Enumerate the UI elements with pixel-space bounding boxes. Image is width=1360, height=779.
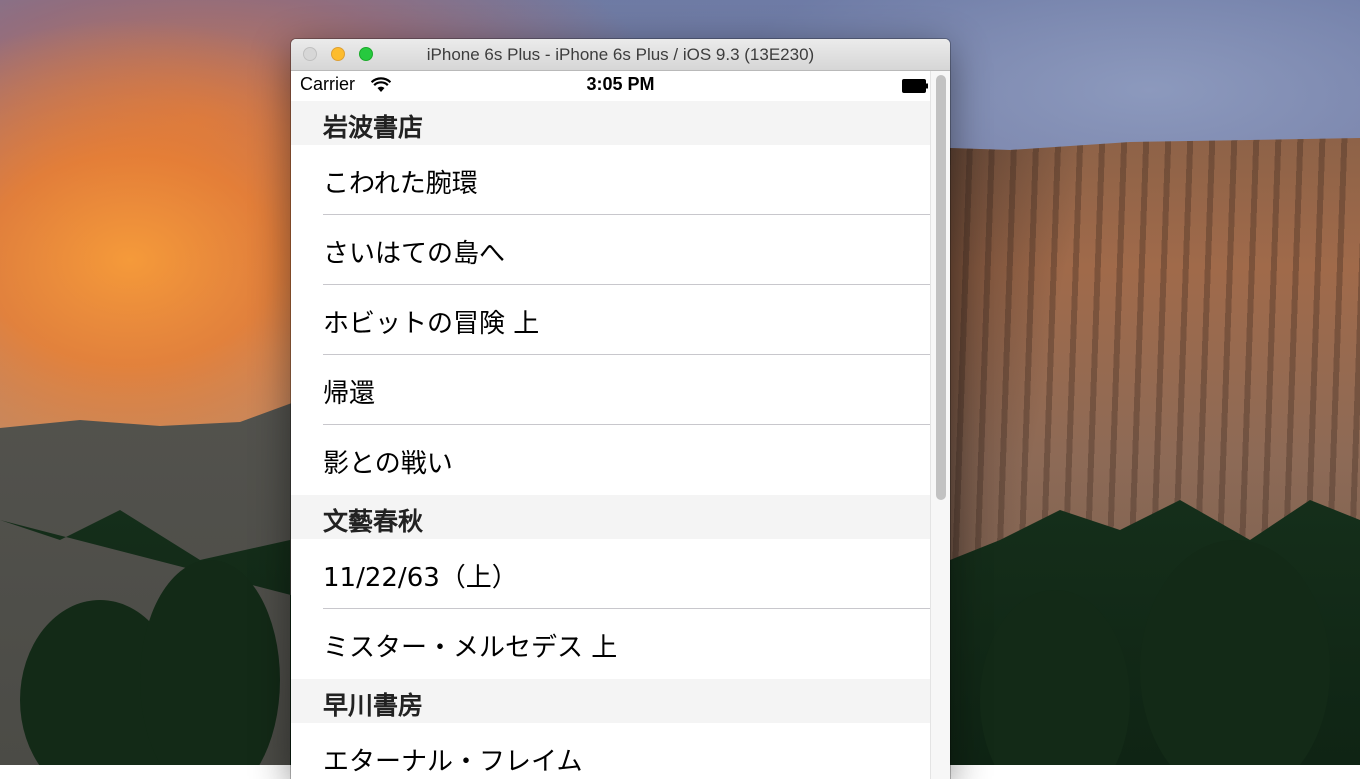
scrollbar-thumb[interactable]	[936, 75, 946, 500]
table-row[interactable]: 帰還	[291, 355, 930, 425]
table-row[interactable]: さいはての島へ	[291, 215, 930, 285]
section-header-title: 早川書房	[323, 691, 424, 720]
book-title: エターナル・フレイム	[323, 747, 583, 777]
close-button[interactable]	[303, 47, 317, 61]
table-row[interactable]: こわれた腕環	[291, 145, 930, 215]
scrollbar-track[interactable]	[930, 71, 950, 779]
book-table[interactable]: 岩波書店 こわれた腕環 さいはての島へ ホビットの冒険 上 帰還 影との戦い 文…	[291, 101, 930, 779]
section-header: 早川書房	[291, 679, 930, 723]
zoom-button[interactable]	[359, 47, 373, 61]
section-header: 文藝春秋	[291, 495, 930, 539]
section-header: 岩波書店	[291, 101, 930, 145]
table-row[interactable]: ホビットの冒険 上	[291, 285, 930, 355]
book-title: こわれた腕環	[323, 169, 478, 199]
book-title: 帰還	[323, 379, 376, 409]
book-title: さいはての島へ	[323, 239, 506, 269]
table-row[interactable]: エターナル・フレイム	[291, 723, 930, 779]
status-time: 3:05 PM	[586, 74, 655, 94]
book-title: ミスター・メルセデス 上	[323, 633, 618, 663]
battery-icon	[902, 79, 928, 93]
device-screen: Carrier 3:05 PM 岩波書店 こわれた腕環 さいはての島へ ホビット…	[291, 71, 950, 779]
table-row[interactable]: 影との戦い	[291, 425, 930, 495]
book-title: 11/22/63（上）	[323, 563, 518, 593]
section-header-title: 岩波書店	[323, 113, 424, 142]
simulator-window: iPhone 6s Plus - iPhone 6s Plus / iOS 9.…	[291, 39, 950, 779]
book-title: ホビットの冒険 上	[323, 309, 540, 339]
status-bar: Carrier 3:05 PM	[291, 71, 950, 101]
section-header-title: 文藝春秋	[323, 507, 424, 536]
minimize-button[interactable]	[331, 47, 345, 61]
table-row[interactable]: ミスター・メルセデス 上	[291, 609, 930, 679]
window-titlebar[interactable]: iPhone 6s Plus - iPhone 6s Plus / iOS 9.…	[291, 39, 950, 71]
book-title: 影との戦い	[323, 449, 453, 479]
window-title: iPhone 6s Plus - iPhone 6s Plus / iOS 9.…	[426, 45, 815, 64]
table-row[interactable]: 11/22/63（上）	[291, 539, 930, 609]
